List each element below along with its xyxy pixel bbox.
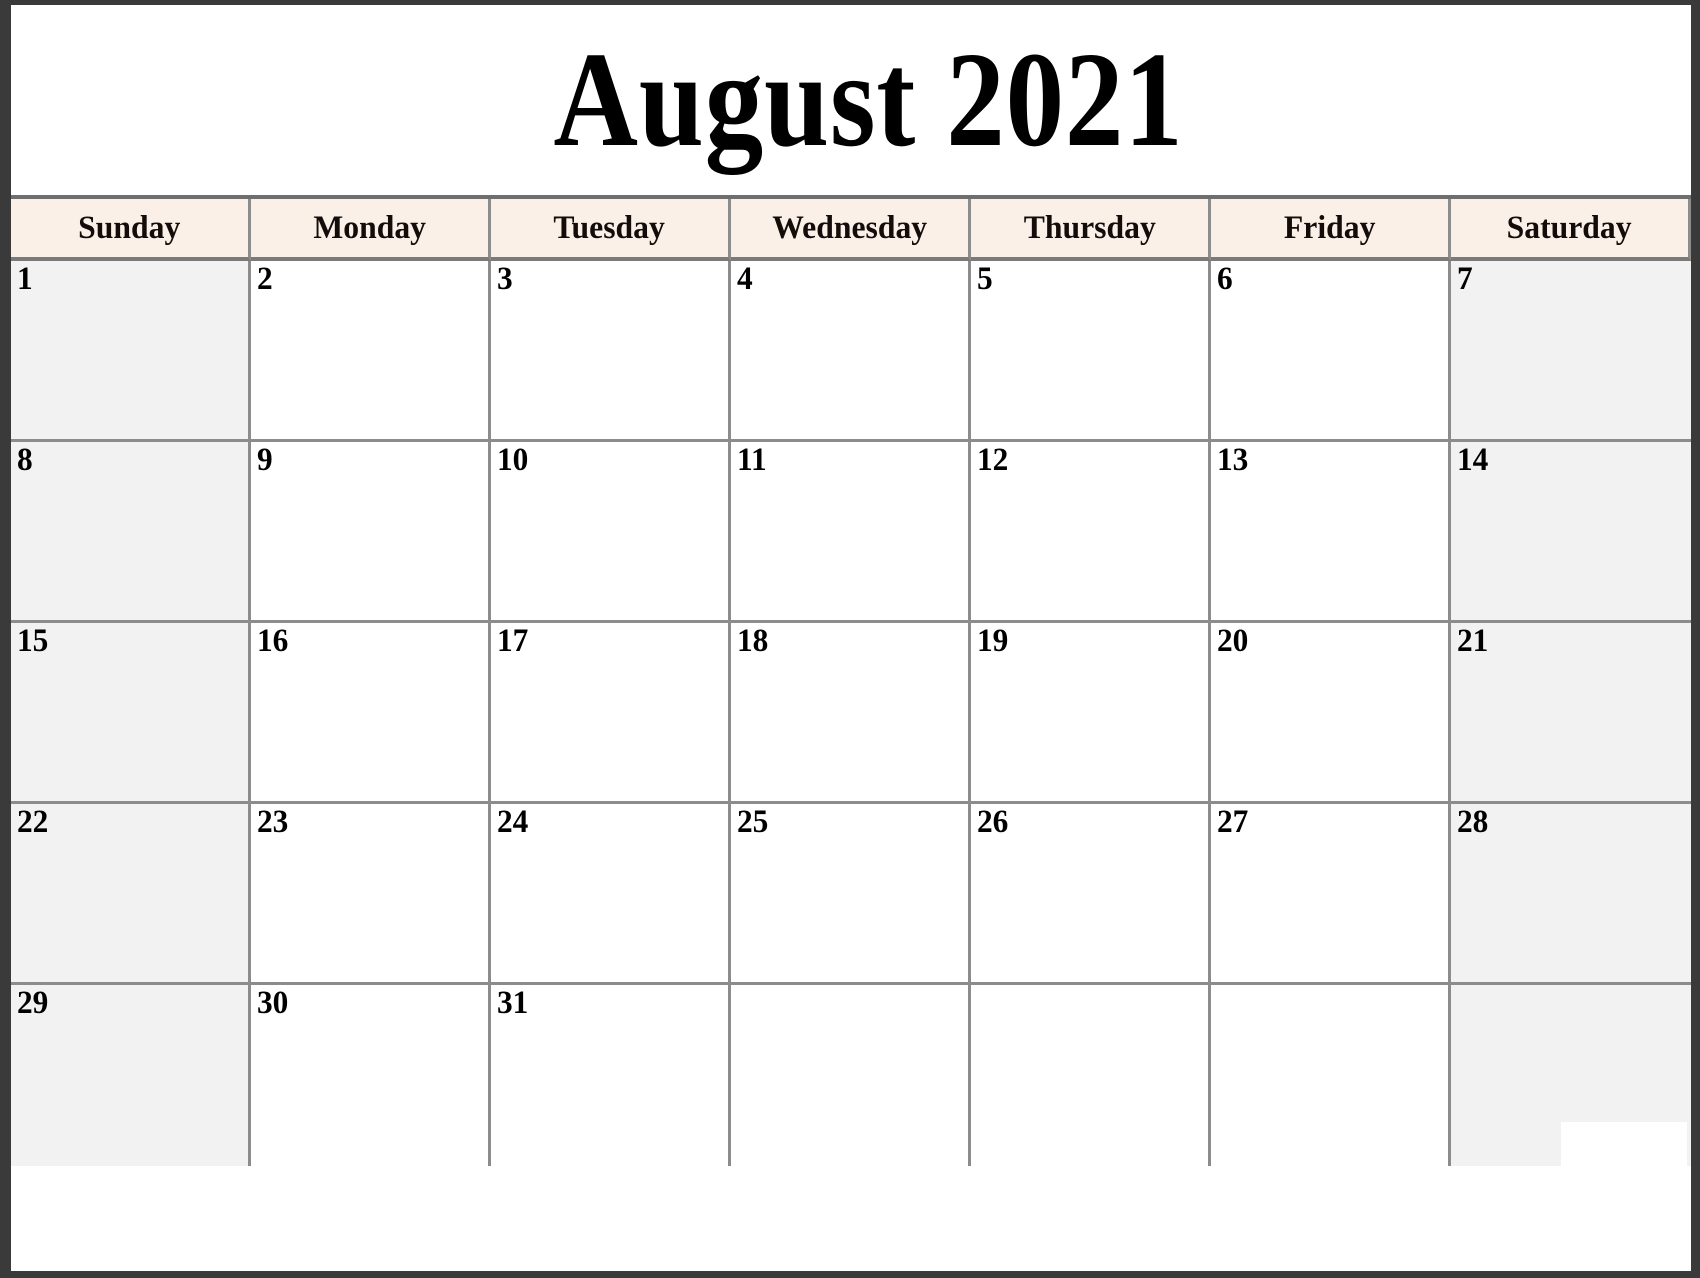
day-cell[interactable] xyxy=(1451,985,1691,1166)
day-cell[interactable]: 24 xyxy=(491,804,731,985)
day-cell[interactable]: 21 xyxy=(1451,623,1691,804)
calendar-title-band: August 2021 xyxy=(11,5,1691,195)
day-cell[interactable]: 10 xyxy=(491,442,731,623)
weekday-header-saturday: Saturday xyxy=(1451,199,1691,261)
day-cell[interactable]: 3 xyxy=(491,261,731,442)
day-cell[interactable]: 14 xyxy=(1451,442,1691,623)
day-number: 4 xyxy=(737,261,753,297)
weekday-header-label: Saturday xyxy=(1506,209,1632,246)
day-cell[interactable]: 13 xyxy=(1211,442,1451,623)
day-number: 24 xyxy=(497,804,529,840)
day-number: 10 xyxy=(497,442,529,478)
day-number: 21 xyxy=(1457,623,1489,659)
day-cell[interactable]: 2 xyxy=(251,261,491,442)
day-cell[interactable]: 12 xyxy=(971,442,1211,623)
weekday-header-label: Thursday xyxy=(1023,209,1156,246)
page-title: August 2021 xyxy=(553,25,1184,175)
day-number: 31 xyxy=(497,985,529,1021)
day-cell[interactable]: 22 xyxy=(11,804,251,985)
day-cell[interactable]: 31 xyxy=(491,985,731,1166)
day-number: 30 xyxy=(257,985,289,1021)
calendar-grid: Sunday Monday Tuesday Wednesday Thursday… xyxy=(11,195,1691,1166)
day-number: 11 xyxy=(737,442,767,478)
weekday-header-friday: Friday xyxy=(1211,199,1451,261)
weekday-header-wednesday: Wednesday xyxy=(731,199,971,261)
weekday-header-tuesday: Tuesday xyxy=(491,199,731,261)
day-cell[interactable]: 8 xyxy=(11,442,251,623)
day-number: 3 xyxy=(497,261,513,297)
weekday-header-thursday: Thursday xyxy=(971,199,1211,261)
day-number: 2 xyxy=(257,261,273,297)
day-number: 15 xyxy=(17,623,49,659)
day-cell[interactable]: 25 xyxy=(731,804,971,985)
day-cell[interactable]: 15 xyxy=(11,623,251,804)
day-number: 12 xyxy=(977,442,1009,478)
day-cell[interactable]: 1 xyxy=(11,261,251,442)
day-cell[interactable]: 16 xyxy=(251,623,491,804)
weekday-header-sunday: Sunday xyxy=(11,199,251,261)
day-cell[interactable]: 19 xyxy=(971,623,1211,804)
day-cell[interactable]: 4 xyxy=(731,261,971,442)
day-number: 7 xyxy=(1457,261,1473,297)
day-number: 6 xyxy=(1217,261,1233,297)
weekday-header-label: Monday xyxy=(313,209,426,246)
day-number: 28 xyxy=(1457,804,1489,840)
weekday-header-label: Sunday xyxy=(78,209,181,246)
day-number: 9 xyxy=(257,442,273,478)
day-number: 26 xyxy=(977,804,1009,840)
day-number: 25 xyxy=(737,804,769,840)
day-cell[interactable]: 20 xyxy=(1211,623,1451,804)
day-number: 16 xyxy=(257,623,289,659)
weekday-header-label: Friday xyxy=(1283,209,1376,246)
day-cell[interactable]: 26 xyxy=(971,804,1211,985)
weekday-header-monday: Monday xyxy=(251,199,491,261)
print-margin-notch xyxy=(1561,1122,1687,1166)
day-number: 1 xyxy=(17,261,33,297)
day-cell[interactable]: 11 xyxy=(731,442,971,623)
day-cell[interactable]: 29 xyxy=(11,985,251,1166)
day-cell[interactable]: 5 xyxy=(971,261,1211,442)
day-cell[interactable]: 18 xyxy=(731,623,971,804)
day-number: 13 xyxy=(1217,442,1249,478)
day-cell[interactable]: 30 xyxy=(251,985,491,1166)
day-number: 18 xyxy=(737,623,769,659)
day-cell[interactable]: 28 xyxy=(1451,804,1691,985)
day-number: 22 xyxy=(17,804,49,840)
day-number: 8 xyxy=(17,442,33,478)
day-number: 17 xyxy=(497,623,529,659)
day-number: 23 xyxy=(257,804,289,840)
day-cell[interactable]: 17 xyxy=(491,623,731,804)
day-cell[interactable] xyxy=(971,985,1211,1166)
weekday-header-label: Wednesday xyxy=(772,209,927,246)
day-cell[interactable]: 9 xyxy=(251,442,491,623)
day-cell[interactable]: 23 xyxy=(251,804,491,985)
day-cell[interactable]: 6 xyxy=(1211,261,1451,442)
day-cell[interactable]: 27 xyxy=(1211,804,1451,985)
day-number: 27 xyxy=(1217,804,1249,840)
day-number: 5 xyxy=(977,261,993,297)
day-cell[interactable]: 7 xyxy=(1451,261,1691,442)
day-number: 29 xyxy=(17,985,49,1021)
day-number: 19 xyxy=(977,623,1009,659)
weekday-header-label: Tuesday xyxy=(553,209,666,246)
day-cell[interactable] xyxy=(1211,985,1451,1166)
calendar-page: August 2021 Sunday Monday Tuesday Wednes… xyxy=(0,0,1700,1278)
day-number: 20 xyxy=(1217,623,1249,659)
day-number: 14 xyxy=(1457,442,1489,478)
day-cell[interactable] xyxy=(731,985,971,1166)
